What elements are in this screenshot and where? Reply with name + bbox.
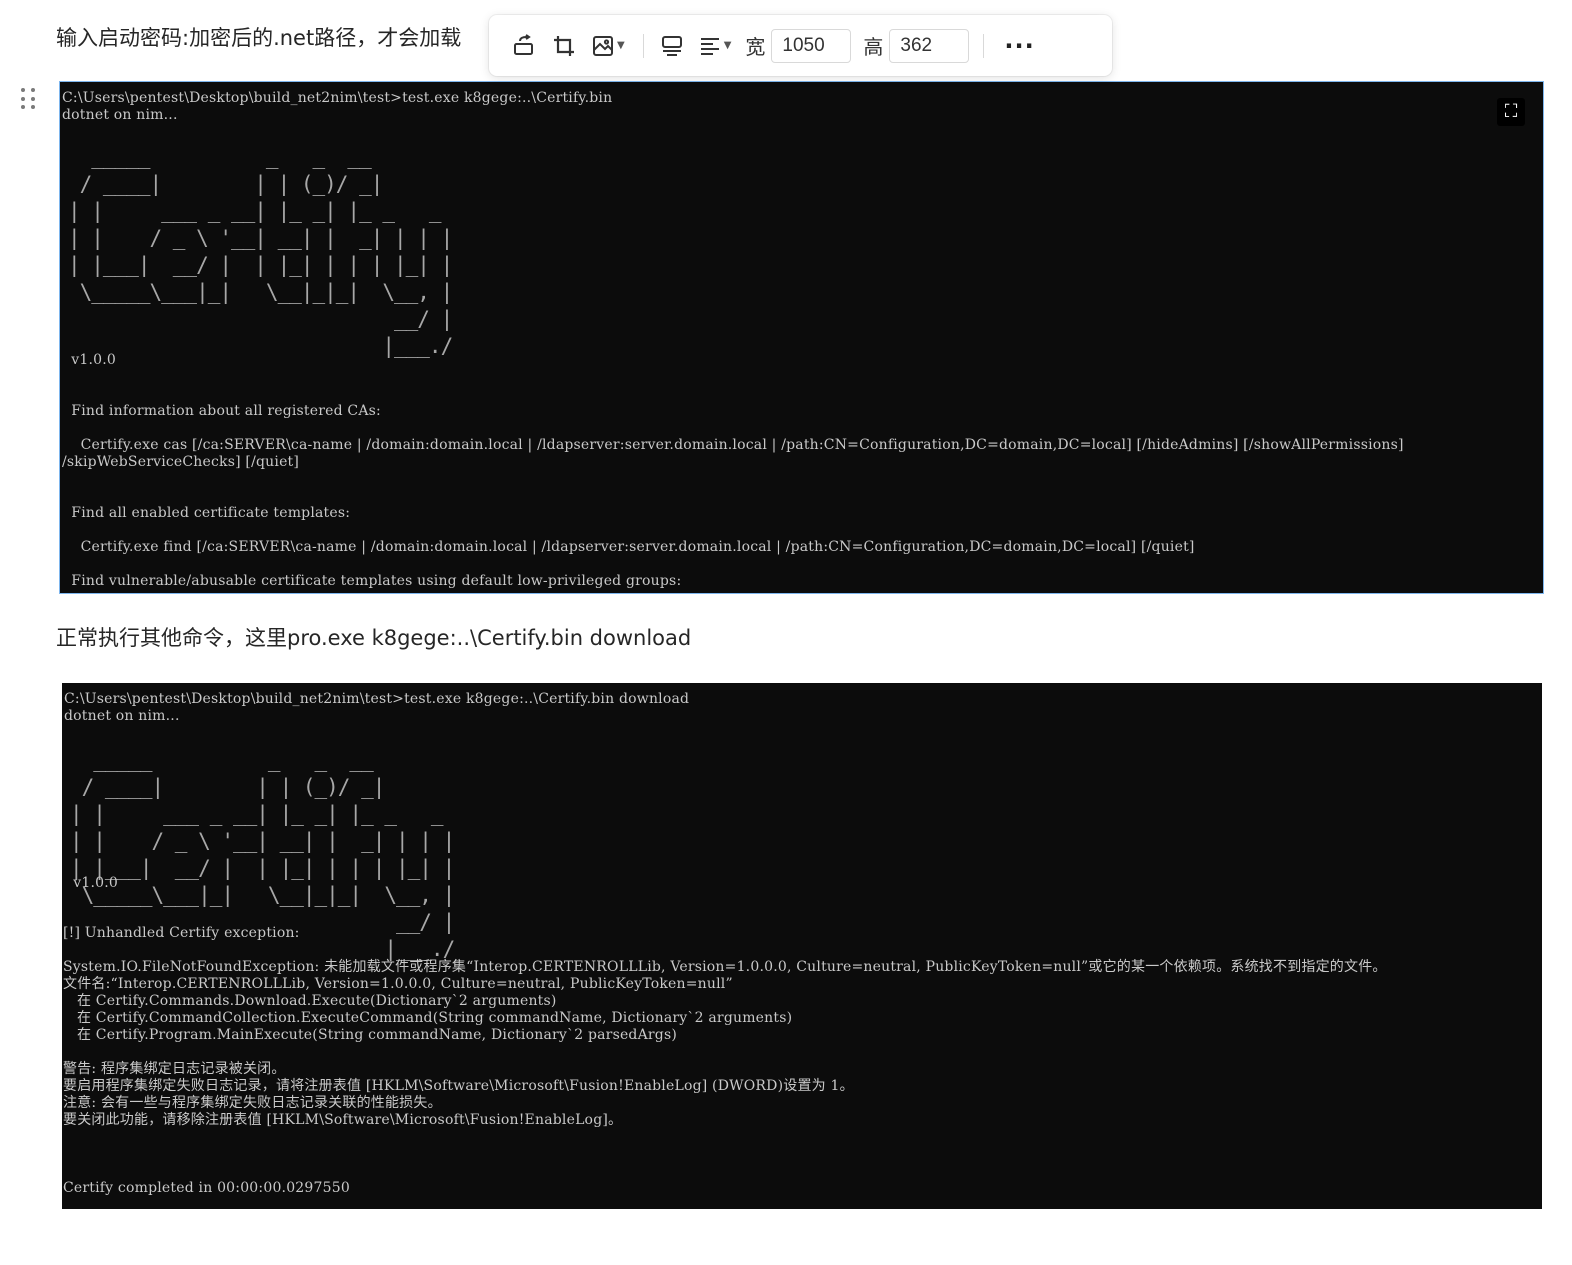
toolbar-divider [642,33,644,58]
terminal-line: dotnet on nim... [64,708,180,724]
document-page: 输入启动密码:加密后的.net路径，才会加载 C:\Users\pentest\… [0,0,1572,1265]
terminal-output-1: C:\Users\pentest\Desktop\build_net2nim\t… [62,90,612,124]
toolbar-divider [983,33,985,58]
terminal-help-text: Find information about all registered CA… [62,403,1404,589]
fullscreen-icon[interactable]: ⛶ [1497,98,1525,126]
paragraph-startup-password: 输入启动密码:加密后的.net路径，才会加载 [56,26,462,50]
chevron-down-icon: ▼ [723,40,732,51]
align-left-icon[interactable]: ▼ [698,26,732,66]
terminal-line: dotnet on nim... [62,107,178,123]
image-toolbar: ▼ ▼ 宽 高 ··· [489,15,1112,76]
terminal-screenshot-1[interactable]: C:\Users\pentest\Desktop\build_net2nim\t… [59,81,1544,594]
terminal-prompt: C:\Users\pentest\Desktop\build_net2nim\t… [62,90,613,106]
terminal-version: v1.0.0 [62,352,117,368]
terminal-screenshot-2[interactable]: C:\Users\pentest\Desktop\build_net2nim\t… [62,683,1542,1209]
terminal-prompt: C:\Users\pentest\Desktop\build_net2nim\t… [64,691,690,707]
width-label: 宽 [745,35,766,59]
crop-icon[interactable] [551,26,577,66]
certify-ascii-logo: _____ _ _ __ / ____| | | (_)/ _| | | ___… [68,145,453,358]
more-icon[interactable]: ··· [1004,26,1034,66]
height-label: 高 [863,35,884,59]
terminal-version: v1.0.0 [64,875,119,891]
drag-handle-icon[interactable] [21,88,41,110]
paragraph-run-command: 正常执行其他命令，这里pro.exe k8gege:..\Certify.bin… [56,626,692,650]
image-style-icon[interactable]: ▼ [591,26,625,66]
width-input[interactable] [771,28,852,63]
height-input[interactable] [889,28,970,63]
terminal-output-2: C:\Users\pentest\Desktop\build_net2nim\t… [64,691,689,725]
terminal-exception-text: [!] Unhandled Certify exception: System.… [63,925,1387,1196]
caption-icon[interactable] [660,26,684,66]
rotate-icon[interactable] [511,26,537,66]
chevron-down-icon: ▼ [617,40,625,51]
